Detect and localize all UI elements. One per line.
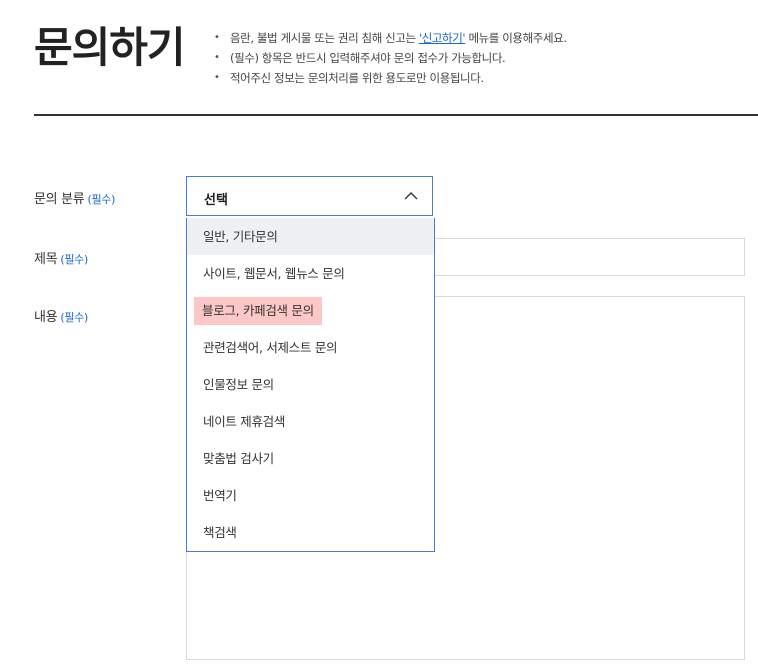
chevron-up-icon	[404, 192, 418, 200]
notice-item-privacy: 적어주신 정보는 문의처리를 위한 용도로만 이용됩니다.	[214, 68, 567, 88]
dropdown-option[interactable]: 관련검색어, 서제스트 문의	[187, 329, 434, 366]
required-mark: (필수)	[60, 253, 88, 266]
title-input[interactable]	[434, 238, 745, 276]
dropdown-option[interactable]: 번역기	[187, 477, 434, 514]
report-link[interactable]: '신고하기'	[419, 31, 466, 45]
content-label: 내용 (필수)	[34, 310, 88, 325]
category-selected-value: 선택	[204, 193, 228, 208]
notice-item-required: (필수) 항목은 반드시 입력해주셔야 문의 접수가 가능합니다.	[214, 48, 567, 68]
dropdown-option[interactable]: 블로그, 카페검색 문의	[187, 292, 434, 329]
required-mark: (필수)	[60, 311, 88, 324]
dropdown-option[interactable]: 책검색	[187, 514, 434, 551]
notice-item-report: 음란, 불법 게시물 또는 권리 침해 신고는 '신고하기' 메뉴를 이용해주세…	[214, 28, 567, 48]
dropdown-option[interactable]: 사이트, 웹문서, 웹뉴스 문의	[187, 255, 434, 292]
page-title: 문의하기	[34, 23, 186, 72]
category-label: 문의 분류 (필수)	[34, 192, 116, 207]
dropdown-option[interactable]: 인물정보 문의	[187, 366, 434, 403]
notice-list: 음란, 불법 게시물 또는 권리 침해 신고는 '신고하기' 메뉴를 이용해주세…	[214, 28, 567, 88]
category-select[interactable]: 선택	[186, 176, 433, 216]
highlighted-option-text: 블로그, 카페검색 문의	[194, 297, 322, 325]
notice-text: 메뉴를 이용해주세요.	[465, 31, 567, 45]
dropdown-option[interactable]: 맞춤법 검사기	[187, 440, 434, 477]
notice-text: 음란, 불법 게시물 또는 권리 침해 신고는	[230, 31, 419, 45]
required-mark: (필수)	[87, 193, 116, 206]
category-dropdown: 일반, 기타문의 사이트, 웹문서, 웹뉴스 문의 블로그, 카페검색 문의 관…	[186, 218, 435, 552]
title-divider	[34, 114, 758, 116]
dropdown-option[interactable]: 일반, 기타문의	[187, 218, 434, 255]
title-label: 제목 (필수)	[34, 252, 88, 267]
dropdown-option[interactable]: 네이트 제휴검색	[187, 403, 434, 440]
